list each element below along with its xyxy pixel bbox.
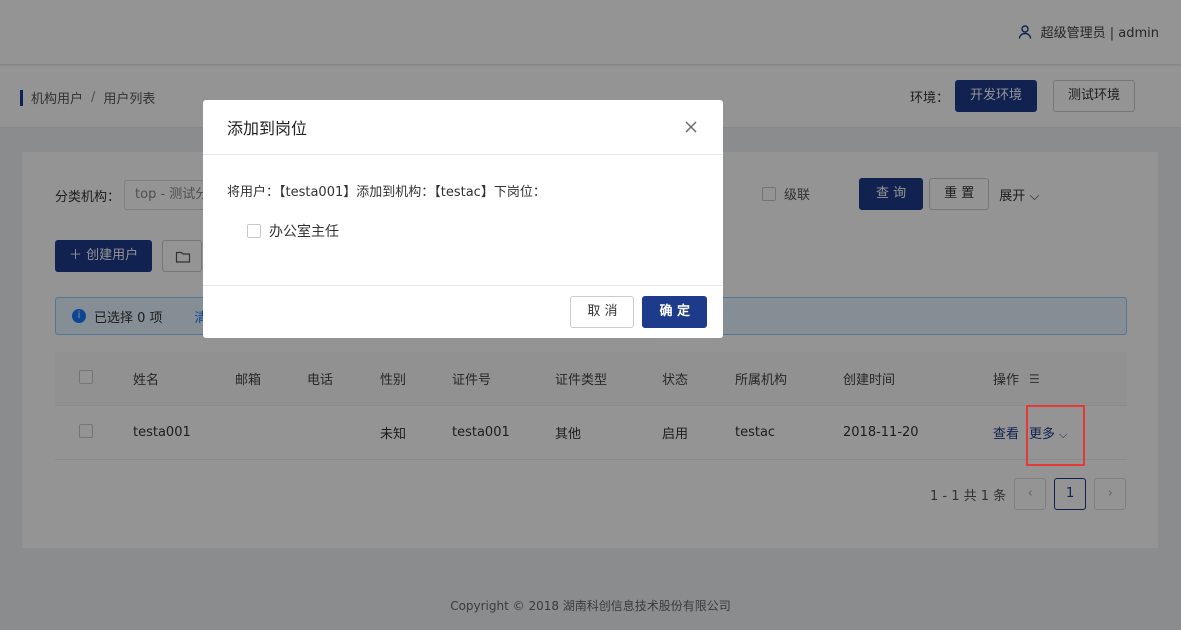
confirm-button[interactable]: 确 定 [642, 296, 707, 328]
modal-body: 将用户：【testa001】添加到机构：【testac】下岗位： 办公室主任 [203, 155, 723, 285]
modal-header: 添加到岗位 [203, 100, 723, 155]
highlight-box [1026, 405, 1085, 466]
position-checkbox[interactable] [247, 224, 261, 238]
modal-description: 将用户：【testa001】添加到机构：【testac】下岗位： [227, 185, 546, 200]
position-option[interactable]: 办公室主任 [247, 221, 339, 241]
add-to-position-modal: 添加到岗位 将用户：【testa001】添加到机构：【testac】下岗位： 办… [203, 100, 723, 338]
cancel-button[interactable]: 取 消 [570, 296, 635, 328]
modal-footer: 取 消 确 定 [203, 285, 723, 338]
modal-title: 添加到岗位 [227, 119, 308, 138]
close-icon[interactable] [683, 119, 699, 135]
position-label: 办公室主任 [269, 224, 339, 240]
